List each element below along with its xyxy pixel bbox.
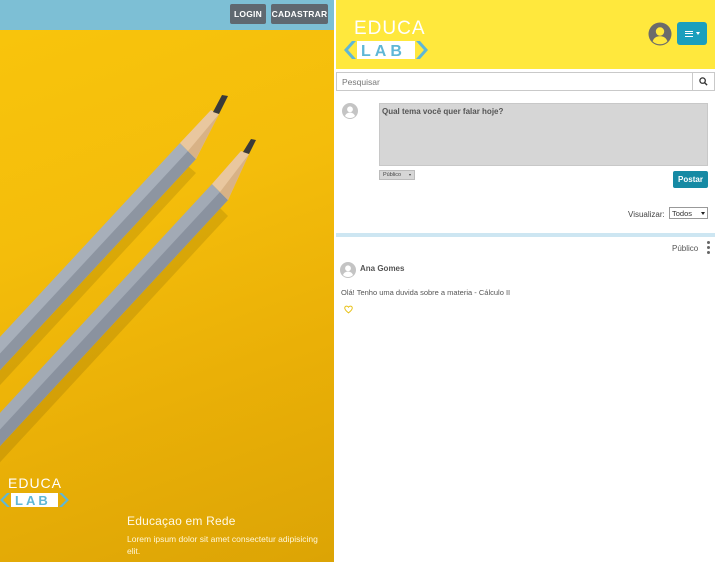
- search-input[interactable]: [336, 72, 693, 91]
- svg-text:LAB: LAB: [15, 493, 51, 508]
- privacy-select[interactable]: Público: [379, 170, 415, 180]
- menu-button[interactable]: [677, 22, 707, 45]
- feed-divider: [336, 233, 715, 237]
- left-top-bar: LOGIN CADASTRAR: [0, 0, 334, 30]
- right-app-panel: EDUCA LAB Público: [336, 0, 715, 562]
- caret-down-icon: [409, 174, 411, 176]
- hamburger-icon: [684, 30, 693, 37]
- search-button[interactable]: [693, 72, 715, 91]
- caret-down-icon: [701, 211, 705, 215]
- post-textarea[interactable]: [379, 103, 708, 166]
- view-filter-label: Visualizar:: [628, 210, 665, 219]
- login-button[interactable]: LOGIN: [230, 4, 266, 24]
- svg-text:EDUCA: EDUCA: [8, 475, 62, 491]
- register-button[interactable]: CADASTRAR: [271, 4, 328, 24]
- composer-avatar-icon: [342, 103, 358, 119]
- view-filter-value: Todos: [672, 208, 693, 218]
- left-hero-panel: LOGIN CADASTRAR EDUCA LAB Educaçao em Re…: [0, 0, 334, 562]
- app-header: EDUCA LAB: [336, 0, 715, 69]
- svg-text:EDUCA: EDUCA: [354, 18, 426, 39]
- search-icon: [699, 77, 708, 86]
- privacy-select-value: Público: [383, 172, 402, 178]
- header-logo[interactable]: EDUCA LAB: [344, 16, 430, 62]
- post-author[interactable]: Ana Gomes: [360, 264, 404, 273]
- search-bar: [336, 72, 715, 91]
- svg-text:LAB: LAB: [361, 43, 406, 60]
- post-author-avatar-icon: [340, 262, 356, 278]
- view-filter-select[interactable]: Todos: [669, 207, 708, 219]
- hero-background: EDUCA LAB Educaçao em Rede Lorem ipsum d…: [0, 30, 334, 562]
- user-avatar-icon[interactable]: [648, 22, 672, 46]
- educalab-logo: EDUCA LAB: [0, 475, 69, 508]
- post-button[interactable]: Postar: [673, 171, 708, 188]
- heart-icon[interactable]: [344, 305, 353, 314]
- hero-description: Lorem ipsum dolor sit amet consectetur a…: [127, 534, 318, 556]
- post-privacy-label: Público: [672, 244, 699, 253]
- post-text: Olá! Tenho uma duvida sobre a materia - …: [341, 288, 511, 297]
- kebab-icon[interactable]: [706, 241, 710, 254]
- caret-down-icon: [695, 32, 700, 35]
- hero-tagline: Educaçao em Rede: [127, 514, 236, 528]
